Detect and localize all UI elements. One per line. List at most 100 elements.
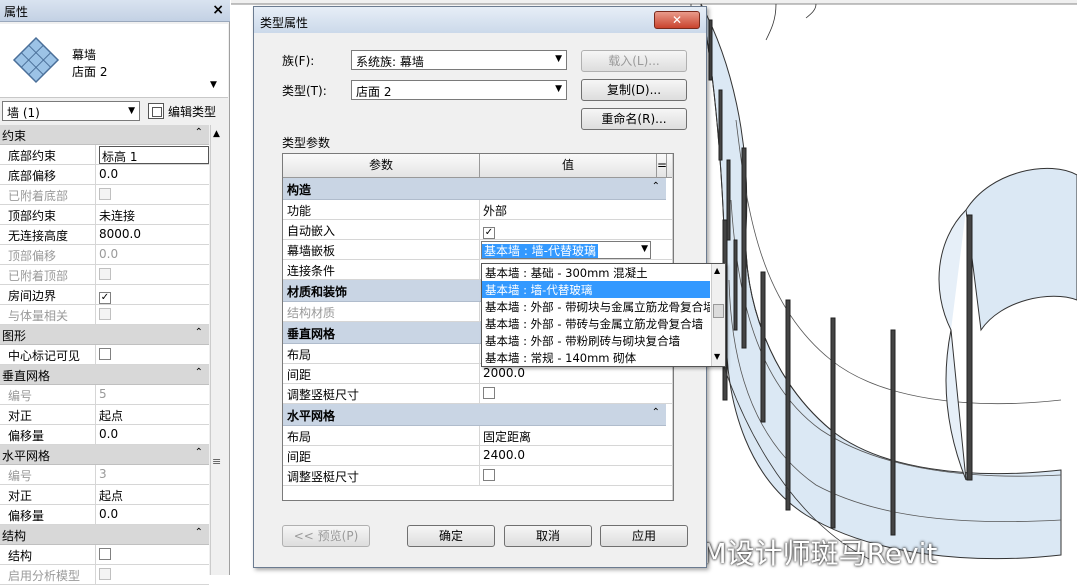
dropdown-option[interactable]: 基本墙 : 外部 - 带砌块与金属立筋龙骨复合墙 bbox=[482, 298, 710, 315]
type-family-name: 幕墙 bbox=[72, 48, 97, 62]
scroll-thumb[interactable] bbox=[713, 304, 724, 318]
parameter-name: 布局 bbox=[283, 426, 480, 445]
table-section-title: 水平网格 bbox=[287, 409, 336, 423]
chevron-down-icon: ▼ bbox=[555, 54, 562, 64]
dialog-close-button[interactable]: ✕ bbox=[654, 11, 700, 29]
checkbox[interactable] bbox=[483, 387, 495, 399]
family-select[interactable]: 系统族: 幕墙 ▼ bbox=[351, 50, 567, 70]
parameter-value-text: 固定距离 bbox=[483, 430, 532, 444]
parameter-value[interactable] bbox=[480, 466, 666, 485]
collapse-icon[interactable]: ⌃ bbox=[652, 181, 660, 192]
dropdown-scrollbar[interactable]: ▲ ▼ bbox=[711, 264, 725, 366]
apply-button[interactable]: 应用 bbox=[600, 525, 688, 547]
palette-scrollbar[interactable] bbox=[210, 125, 228, 575]
palette-property-row: 房间边界 ✓ bbox=[0, 285, 209, 305]
table-section-header[interactable]: 水平网格 ⌃ bbox=[283, 404, 666, 426]
property-label: 中心标记可见 bbox=[0, 345, 96, 364]
parameter-value-text: 2400.0 bbox=[483, 448, 525, 462]
table-section-title: 构造 bbox=[287, 183, 312, 197]
chevron-down-icon: ▼ bbox=[128, 106, 135, 116]
dropdown-option[interactable]: 基本墙 : 常规 - 140mm 砌体 bbox=[482, 349, 710, 366]
column-header-formula[interactable]: = bbox=[657, 154, 667, 177]
scroll-up-icon[interactable]: ▲ bbox=[714, 266, 720, 275]
preview-button[interactable]: << 预览(P) bbox=[282, 525, 370, 547]
palette-section-header[interactable]: 图形 ⌃ bbox=[0, 325, 209, 345]
palette-property-row: 结构 bbox=[0, 545, 209, 565]
table-section-header[interactable]: 构造 ⌃ bbox=[283, 178, 666, 200]
cancel-button[interactable]: 取消 bbox=[504, 525, 592, 547]
property-label: 房间边界 bbox=[0, 285, 96, 304]
dropdown-option[interactable]: 基本墙 : 外部 - 带砖与金属立筋龙骨复合墙 bbox=[482, 315, 710, 332]
property-value[interactable]: 0.0 bbox=[96, 425, 209, 444]
panel-dropdown-list[interactable]: 基本墙 : 基础 - 300mm 混凝土 基本墙 : 墙-代替玻璃 基本墙 : 外部… bbox=[481, 263, 726, 367]
type-dropdown-icon[interactable]: ▼ bbox=[210, 80, 217, 90]
collapse-icon[interactable]: ⌃ bbox=[195, 327, 203, 338]
dropdown-option[interactable]: 基本墙 : 墙-代替玻璃 bbox=[482, 281, 710, 298]
property-value: 0.0 bbox=[96, 245, 209, 264]
panel-combo[interactable]: 基本墙 : 墙-代替玻璃 ▼ bbox=[481, 241, 651, 259]
column-header-parameter[interactable]: 参数 bbox=[283, 154, 480, 177]
palette-close-icon[interactable]: × bbox=[212, 2, 224, 18]
palette-section-header[interactable]: 垂直网格 ⌃ bbox=[0, 365, 209, 385]
palette-section-header[interactable]: 结构 ⌃ bbox=[0, 525, 209, 545]
checkbox[interactable]: ✓ bbox=[483, 227, 495, 239]
parameter-value-text: 2000.0 bbox=[483, 366, 525, 380]
property-value[interactable]: ✓ bbox=[96, 285, 209, 304]
property-value[interactable]: 起点 bbox=[96, 485, 209, 504]
checkbox[interactable] bbox=[99, 348, 111, 360]
property-value[interactable]: 起点 bbox=[96, 405, 209, 424]
property-value[interactable]: 8000.0 bbox=[96, 225, 209, 244]
instance-filter-select[interactable]: 墙 (1) ▼ bbox=[2, 101, 140, 121]
parameter-name: 间距 bbox=[283, 364, 480, 383]
dropdown-option[interactable]: 基本墙 : 基础 - 300mm 混凝土 bbox=[482, 264, 710, 281]
property-value[interactable]: 标高 1 bbox=[96, 145, 209, 164]
duplicate-button[interactable]: 复制(D)... bbox=[581, 79, 687, 101]
chevron-down-icon[interactable]: ▼ bbox=[641, 244, 648, 254]
checkbox[interactable] bbox=[483, 469, 495, 481]
property-value-text: 0.0 bbox=[99, 507, 119, 521]
parameter-value[interactable]: 外部 bbox=[480, 200, 666, 219]
parameter-value[interactable]: 固定距离 bbox=[480, 426, 666, 445]
table-row: 调整竖梃尺寸 bbox=[283, 466, 673, 486]
scroll-grip-icon[interactable]: ≡ bbox=[212, 455, 221, 468]
property-value[interactable]: 未连接 bbox=[96, 205, 209, 224]
palette-section-header[interactable]: 约束 ⌃ bbox=[0, 125, 209, 145]
property-value bbox=[96, 265, 209, 284]
load-button[interactable]: 载入(L)... bbox=[581, 50, 687, 72]
palette-property-row: 对正 起点 bbox=[0, 485, 209, 505]
collapse-icon[interactable]: ⌃ bbox=[652, 407, 660, 418]
collapse-icon[interactable]: ⌃ bbox=[195, 127, 203, 138]
collapse-icon[interactable]: ⌃ bbox=[195, 527, 203, 538]
palette-property-row: 对正 起点 bbox=[0, 405, 209, 425]
column-header-value[interactable]: 值 bbox=[480, 154, 657, 177]
parameter-name: 幕墙嵌板 bbox=[283, 240, 480, 259]
palette-section-header[interactable]: 水平网格 ⌃ bbox=[0, 445, 209, 465]
property-value[interactable] bbox=[96, 545, 209, 564]
palette-property-row: 底部约束 标高 1 bbox=[0, 145, 209, 165]
type-select[interactable]: 店面 2 ▼ bbox=[351, 80, 567, 100]
property-value[interactable]: 0.0 bbox=[96, 165, 209, 184]
edit-type-button[interactable]: 编辑类型 bbox=[146, 101, 218, 121]
scroll-down-icon[interactable]: ▼ bbox=[714, 352, 720, 361]
parameter-value[interactable]: 基本墙 : 墙-代替玻璃 ▼ bbox=[480, 240, 666, 259]
property-label: 与体量相关 bbox=[0, 305, 96, 324]
checkbox[interactable] bbox=[99, 548, 111, 560]
type-selector[interactable]: 幕墙 店面 2 ▼ bbox=[0, 24, 228, 98]
property-value[interactable] bbox=[96, 345, 209, 364]
collapse-icon[interactable]: ⌃ bbox=[195, 447, 203, 458]
property-value[interactable]: 0.0 bbox=[96, 505, 209, 524]
parameter-value[interactable]: ✓ bbox=[480, 220, 666, 239]
ok-button[interactable]: 确定 bbox=[407, 525, 495, 547]
table-row: 布局 固定距离 bbox=[283, 426, 673, 446]
rename-button[interactable]: 重命名(R)... bbox=[581, 108, 687, 130]
checkbox[interactable]: ✓ bbox=[99, 292, 111, 304]
parameter-value[interactable]: 2400.0 bbox=[480, 446, 666, 465]
palette-section-title: 垂直网格 bbox=[2, 369, 51, 383]
parameter-value[interactable] bbox=[480, 384, 666, 403]
property-value: 5 bbox=[96, 385, 209, 404]
parameter-name: 结构材质 bbox=[283, 302, 480, 321]
property-label: 已附着顶部 bbox=[0, 265, 96, 284]
dropdown-option[interactable]: 基本墙 : 外部 - 带粉刷砖与砌块复合墙 bbox=[482, 332, 710, 349]
scroll-up-icon[interactable]: ▲ bbox=[213, 129, 220, 139]
collapse-icon[interactable]: ⌃ bbox=[195, 367, 203, 378]
